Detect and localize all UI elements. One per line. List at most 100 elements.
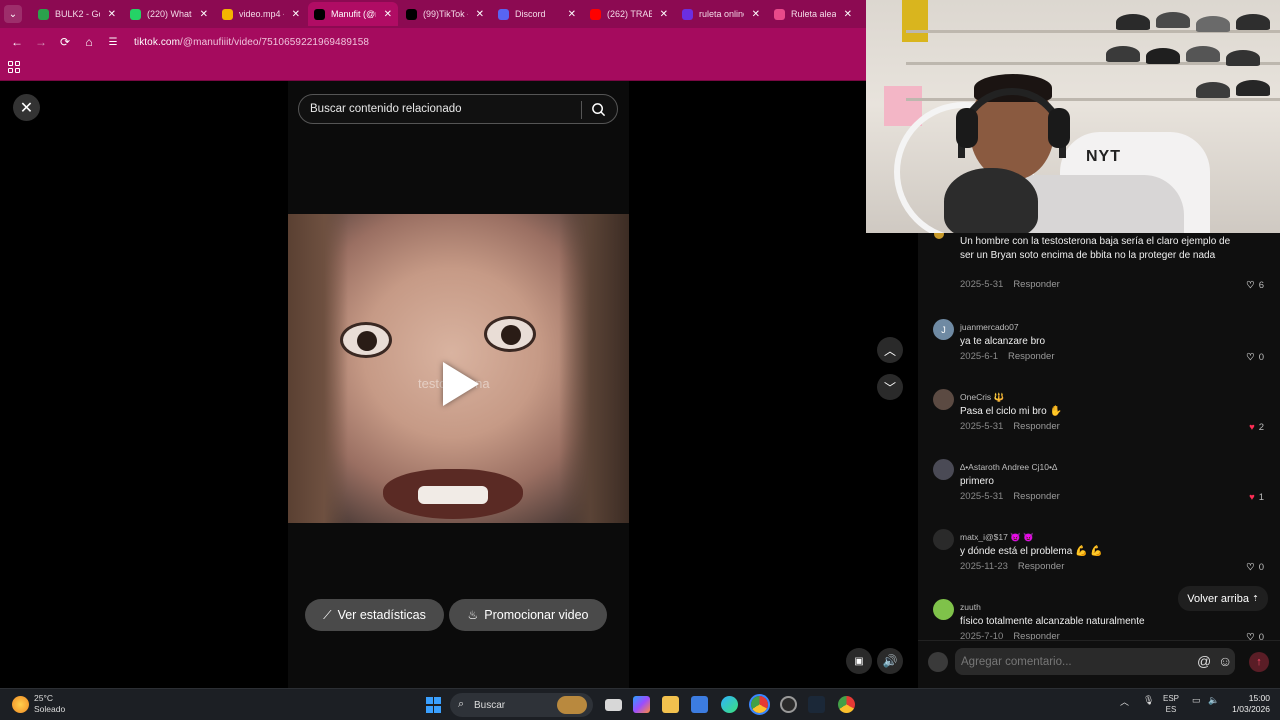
like-button[interactable]: ♡ 0 <box>1246 352 1264 363</box>
tab-search-chevron-icon[interactable]: ⌄ <box>4 5 22 23</box>
tab-close-icon[interactable]: ✕ <box>476 9 484 20</box>
like-button[interactable]: ♡ 0 <box>1246 632 1264 640</box>
steam-icon[interactable] <box>808 696 825 713</box>
speaker-icon[interactable]: 🔈 <box>1208 695 1219 706</box>
tab-favicon-icon <box>590 8 601 20</box>
like-count: 2 <box>1258 422 1264 433</box>
reply-button[interactable]: Responder <box>1013 421 1059 432</box>
comment-avatar[interactable] <box>933 389 954 410</box>
like-button[interactable]: ♡ 6 <box>1246 280 1264 291</box>
tab-close-icon[interactable]: ✕ <box>752 9 760 20</box>
weather-widget[interactable]: 25°C Soleado <box>12 693 65 715</box>
search-icon[interactable] <box>591 102 606 117</box>
video-player[interactable]: testosterona <box>288 214 629 523</box>
browser-tab[interactable]: (99)TikTok - ✕ <box>400 2 490 26</box>
related-search-placeholder: Buscar contenido relacionado <box>310 103 462 115</box>
comment-avatar[interactable]: J <box>933 319 954 340</box>
weather-temp: 25°C <box>34 693 53 703</box>
language-indicator[interactable]: ESP ES <box>1163 693 1179 715</box>
site-info-icon[interactable]: ☰ <box>104 33 122 51</box>
comment-avatar[interactable] <box>933 459 954 480</box>
back-to-top-button[interactable]: Volver arriba ⇡ <box>1178 586 1268 611</box>
stats-button[interactable]: ⟋ Ver estadísticas <box>305 599 444 631</box>
url-host: tiktok.com <box>134 36 181 48</box>
comment-username[interactable]: juanmercado07 <box>960 322 1019 332</box>
edge-icon[interactable] <box>721 696 738 713</box>
browser-tab[interactable]: (262) TRABA ✕ <box>584 2 674 26</box>
reply-button[interactable]: Responder <box>1018 561 1064 572</box>
comment-input[interactable]: Agregar comentario... <box>955 648 1235 675</box>
comment-avatar[interactable] <box>933 599 954 620</box>
floating-player-icon[interactable]: ▣ <box>846 648 872 674</box>
comment-date: 2025-6-1 <box>960 351 999 362</box>
browser-tab[interactable]: Manufit (@m ✕ <box>308 2 398 26</box>
tab-close-icon[interactable]: ✕ <box>292 9 300 20</box>
chrome-icon[interactable] <box>749 694 770 715</box>
like-button[interactable]: ♥ 1 <box>1249 492 1264 503</box>
tab-close-icon[interactable]: ✕ <box>200 9 208 20</box>
microphone-icon[interactable]: 🎙 <box>1143 695 1154 706</box>
network-icon[interactable]: ▭ <box>1192 695 1201 706</box>
chevron-down-icon[interactable]: ﹀ <box>877 374 903 400</box>
tab-close-icon[interactable]: ✕ <box>384 9 392 20</box>
browser-tab[interactable]: ruleta online ✕ <box>676 2 766 26</box>
comment-date: 2025-11-23 <box>960 561 1008 572</box>
like-button[interactable]: ♥ 2 <box>1249 422 1264 433</box>
url-field[interactable]: tiktok.com/@manufiiit/video/751065922196… <box>134 37 369 48</box>
related-search-input[interactable]: Buscar contenido relacionado <box>298 94 618 124</box>
comment-username[interactable]: OneCris 🔱 <box>960 392 1004 403</box>
chrome-profile-icon[interactable] <box>838 696 855 713</box>
clock-time: 15:00 <box>1248 693 1270 703</box>
mention-icon[interactable]: @ <box>1197 653 1211 669</box>
forward-arrow-icon[interactable]: → <box>32 33 50 51</box>
home-icon[interactable]: ⌂ <box>80 33 98 51</box>
tab-close-icon[interactable]: ✕ <box>108 9 116 20</box>
apps-grid-icon[interactable] <box>8 61 20 73</box>
promote-button[interactable]: ♨ Promocionar video <box>449 599 607 631</box>
reply-button[interactable]: Responder <box>1008 351 1054 362</box>
chevron-up-icon[interactable]: ︿ <box>877 337 903 363</box>
reload-icon[interactable]: ⟳ <box>56 33 74 51</box>
store-icon[interactable] <box>691 696 708 713</box>
back-arrow-icon[interactable]: ← <box>8 33 26 51</box>
emoji-icon[interactable]: ☺ <box>1218 653 1232 669</box>
browser-tab[interactable]: (220) Whats ✕ <box>124 2 214 26</box>
tray-chevron-icon[interactable]: ︿ <box>1120 695 1129 708</box>
webcam-overlay: NYT <box>866 0 1280 233</box>
task-view-icon[interactable] <box>605 699 622 711</box>
lang-bottom: ES <box>1165 705 1177 714</box>
comment-meta: 2025-7-10 Responder <box>960 631 1070 640</box>
taskbar-search[interactable]: ⌕ Buscar <box>450 693 593 717</box>
reply-button[interactable]: Responder <box>1013 631 1059 640</box>
search-divider <box>581 101 582 119</box>
comment-username[interactable]: zuuth <box>960 602 981 612</box>
video-teeth <box>418 486 488 504</box>
tab-close-icon[interactable]: ✕ <box>568 9 576 20</box>
comment-username[interactable]: matx_i@$17 👿 👿 <box>960 532 1034 543</box>
browser-tab-strip: ⌄ BULK2 - Goo✕(220) Whats✕video.mp4 -✕Ma… <box>0 0 866 28</box>
system-clock[interactable]: 15:00 1/03/2026 <box>1226 693 1270 715</box>
like-button[interactable]: ♡ 0 <box>1246 562 1264 573</box>
tab-close-icon[interactable]: ✕ <box>844 9 852 20</box>
comment-text: primero <box>960 476 994 487</box>
comment-avatar[interactable] <box>933 529 954 550</box>
reply-button[interactable]: Responder <box>1013 491 1059 502</box>
comment-username[interactable]: ∆•Astaroth Andree Cj10•∆ <box>960 462 1057 472</box>
stats-label: Ver estadísticas <box>337 608 426 622</box>
tab-close-icon[interactable]: ✕ <box>660 9 668 20</box>
browser-tab[interactable]: BULK2 - Goo ✕ <box>32 2 122 26</box>
close-icon[interactable]: ✕ <box>13 94 40 121</box>
send-arrow-icon[interactable]: ↑ <box>1249 652 1269 672</box>
file-explorer-icon[interactable] <box>662 696 679 713</box>
tab-favicon-icon <box>38 8 49 20</box>
obs-icon[interactable] <box>780 696 797 713</box>
copilot-icon[interactable] <box>633 696 650 713</box>
comment-avatar[interactable] <box>934 233 944 239</box>
volume-icon[interactable]: 🔊 <box>877 648 903 674</box>
windows-start-icon[interactable] <box>426 697 443 714</box>
reply-button[interactable]: Responder <box>1013 279 1059 290</box>
browser-tab[interactable]: Ruleta aleato ✕ <box>768 2 858 26</box>
browser-tab[interactable]: video.mp4 - ✕ <box>216 2 306 26</box>
play-icon[interactable] <box>443 362 479 406</box>
browser-tab[interactable]: Discord ✕ <box>492 2 582 26</box>
